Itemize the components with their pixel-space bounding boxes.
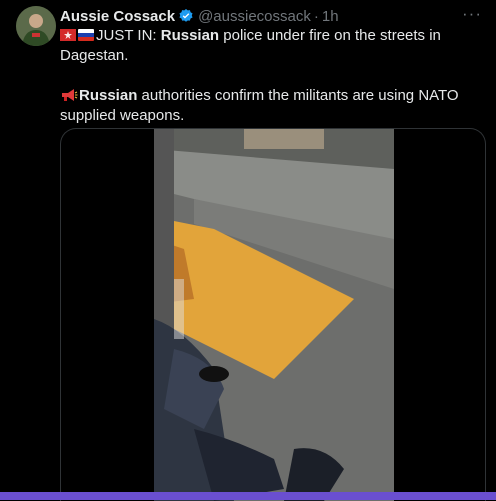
dagestan-flag-icon	[60, 29, 76, 41]
tweet-media-video[interactable]	[60, 128, 486, 501]
bottom-accent-bar	[0, 492, 496, 500]
tweet-timestamp[interactable]: 1h	[322, 8, 339, 25]
more-options-icon[interactable]: ···	[460, 4, 484, 24]
megaphone-icon	[60, 88, 78, 102]
video-frame[interactable]	[154, 129, 394, 501]
tweet-line-2-bold: Russian	[79, 87, 138, 104]
tweet-line-1-prefix: JUST IN:	[96, 27, 161, 44]
tweet-header: Aussie Cossack @aussiecossack · 1h	[60, 6, 339, 26]
author-avatar[interactable]	[16, 6, 56, 46]
russia-flag-icon	[78, 29, 94, 41]
tweet-line-1-bold: Russian	[160, 27, 220, 44]
verified-badge-icon[interactable]	[178, 8, 194, 24]
tweet-line-1: JUST IN: Russian police under fire on th…	[60, 26, 480, 66]
tweet-text: JUST IN: Russian police under fire on th…	[60, 26, 480, 126]
tweet-line-2: Russian authorities confirm the militant…	[60, 86, 480, 126]
time-separator: ·	[313, 7, 319, 25]
author-handle[interactable]: @aussiecossack	[198, 8, 311, 25]
author-name[interactable]: Aussie Cossack	[60, 8, 175, 25]
